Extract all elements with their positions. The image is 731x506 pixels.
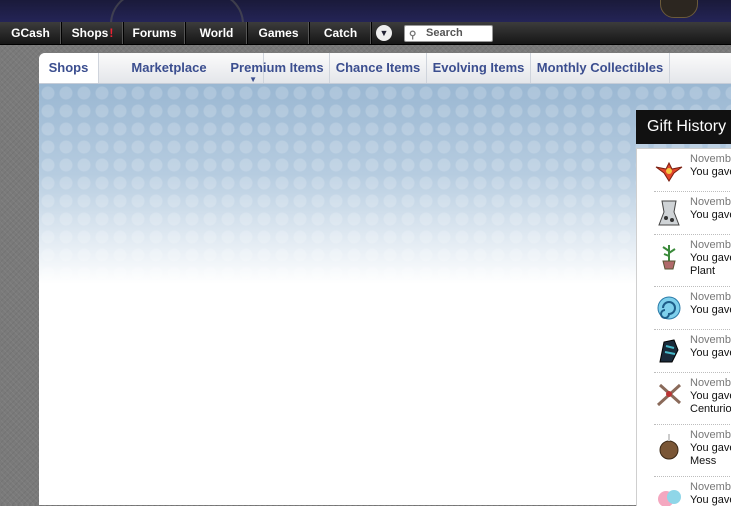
banner-pot-artwork bbox=[660, 0, 698, 18]
tab-monthly-collectibles[interactable]: Monthly Collectibles bbox=[531, 53, 670, 83]
list-item[interactable]: Novemb You gave Plant bbox=[654, 235, 731, 287]
gift-history-title: Gift History bbox=[636, 110, 731, 144]
chevron-down-icon[interactable]: ▼ bbox=[376, 25, 392, 41]
list-item[interactable]: Novemb You gave bbox=[654, 149, 731, 192]
site-banner bbox=[0, 0, 731, 22]
potted-plant-icon bbox=[662, 245, 676, 270]
nav-games[interactable]: Games bbox=[248, 22, 310, 44]
nav-gcash[interactable]: GCash bbox=[0, 22, 62, 44]
tab-chance-items[interactable]: Chance Items bbox=[330, 53, 427, 83]
stone-tablet-icon bbox=[658, 200, 680, 226]
tab-evolving-items[interactable]: Evolving Items bbox=[427, 53, 531, 83]
blue-swirl-icon bbox=[657, 296, 681, 320]
list-item[interactable]: Novemb You gave Mess bbox=[654, 425, 731, 477]
coconut-icon bbox=[659, 434, 679, 460]
alert-icon: ! bbox=[109, 26, 114, 40]
crossed-swords-icon bbox=[656, 383, 682, 407]
dark-creature-icon bbox=[659, 339, 679, 363]
main-nav: GCash Shops! Forums World Games Catch ▼ … bbox=[0, 22, 731, 45]
tab-premium-items[interactable]: Premium Items bbox=[225, 53, 330, 83]
winged-emblem-icon bbox=[655, 161, 683, 182]
list-item[interactable]: Novemb You gave bbox=[654, 287, 731, 330]
gift-history-panel: Gift History Novemb You gave Novemb You ga… bbox=[636, 110, 731, 506]
header-background bbox=[39, 84, 731, 284]
search-input[interactable]: ⚲ Search bbox=[404, 25, 493, 42]
banner-artwork bbox=[110, 0, 244, 22]
shop-tabs: Shops Marketplace ▼ Premium Items Chance … bbox=[39, 53, 731, 84]
nav-shops[interactable]: Shops! bbox=[62, 22, 124, 44]
list-item[interactable]: Novemb You gave bbox=[654, 330, 731, 373]
list-item[interactable]: Novemb You gave bbox=[654, 192, 731, 235]
search-icon: ⚲ bbox=[409, 30, 417, 41]
gift-history-list: Novemb You gave Novemb You gave Novemb You … bbox=[636, 148, 731, 506]
content-area bbox=[39, 84, 731, 505]
nav-world[interactable]: World bbox=[186, 22, 248, 44]
list-item[interactable]: Novemb You gave Centurio bbox=[654, 373, 731, 425]
search-placeholder: Search bbox=[426, 27, 463, 39]
pink-creature-icon bbox=[658, 490, 681, 506]
nav-catch[interactable]: Catch bbox=[310, 22, 372, 44]
nav-forums[interactable]: Forums bbox=[124, 22, 186, 44]
tab-shops[interactable]: Shops bbox=[39, 53, 99, 83]
list-item[interactable]: Novemb You gave bbox=[654, 477, 731, 506]
